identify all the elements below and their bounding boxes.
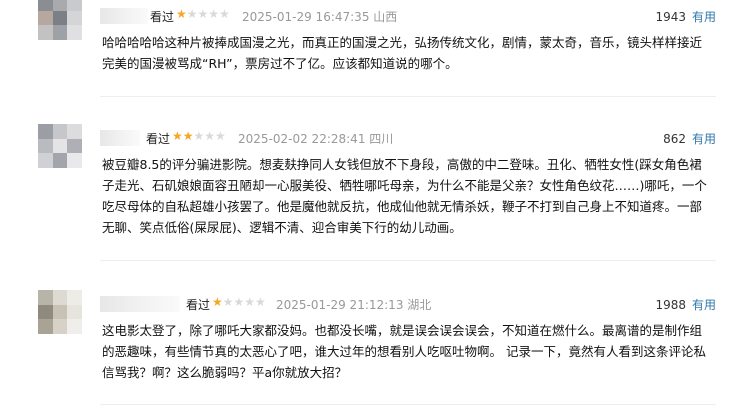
username[interactable] [100,8,148,24]
watched-label: 看过 [186,298,211,312]
username[interactable] [100,296,180,312]
useful-button[interactable]: 有用 [692,10,716,24]
rating-stars: ★★★★★ [176,7,230,21]
divider [100,404,716,405]
review-location: 山西 [373,10,398,24]
review-time: 2025-02-02 22:28:41 四川 [238,132,394,146]
username[interactable] [100,130,140,146]
review-location: 湖北 [407,298,432,312]
review-content: 被豆瓣8.5的评分骗进影院。想麦麸挣同人女钱但放不下身段，高傲的中二登味。丑化、… [102,157,707,235]
useful-votes: 862 有用 [663,130,716,147]
review-meta: 看过 ★★★★★ 2025-02-02 22:28:41 四川 [100,128,710,148]
divider [100,96,716,97]
rating-stars: ★★★★★ [172,129,226,143]
watched-label: 看过 [146,132,171,146]
watched-label: 看过 [150,10,175,24]
divider [100,260,716,261]
useful-votes: 1943 有用 [655,8,716,25]
avatar[interactable] [38,290,82,334]
star-icon: ★★ [172,129,194,143]
avatar[interactable] [38,0,82,40]
vote-count: 1988 [655,298,686,312]
star-icon: ★ [176,7,187,21]
review-time: 2025-01-29 16:47:35 山西 [242,10,398,24]
review-content: 哈哈哈哈哈这种片被捧成国漫之光，而真正的国漫之光，弘扬传统文化，剧情，蒙太奇，音… [102,35,703,71]
vote-count: 1943 [655,10,686,24]
rating-stars: ★★★★★ [212,295,266,309]
review-location: 四川 [369,132,394,146]
review-time: 2025-01-29 21:12:13 湖北 [276,298,432,312]
useful-votes: 1988 有用 [655,296,716,313]
review-meta: 看过 ★★★★★ 2025-01-29 21:12:13 湖北 [100,294,710,314]
avatar[interactable] [38,124,82,168]
star-icon: ★★★ [193,129,226,143]
review-meta: 看过 ★★★★★ 2025-01-29 16:47:35 山西 [100,6,710,26]
star-icon: ★★★★ [222,295,266,309]
vote-count: 862 [663,132,686,146]
review-content: 这电影太登了，除了哪吒大家都没妈。也都没长嘴，就是误会误会误会，不知道在燃什么。… [102,323,706,380]
star-icon: ★★★★ [186,7,230,21]
star-icon: ★ [212,295,223,309]
useful-button[interactable]: 有用 [692,298,716,312]
useful-button[interactable]: 有用 [692,132,716,146]
